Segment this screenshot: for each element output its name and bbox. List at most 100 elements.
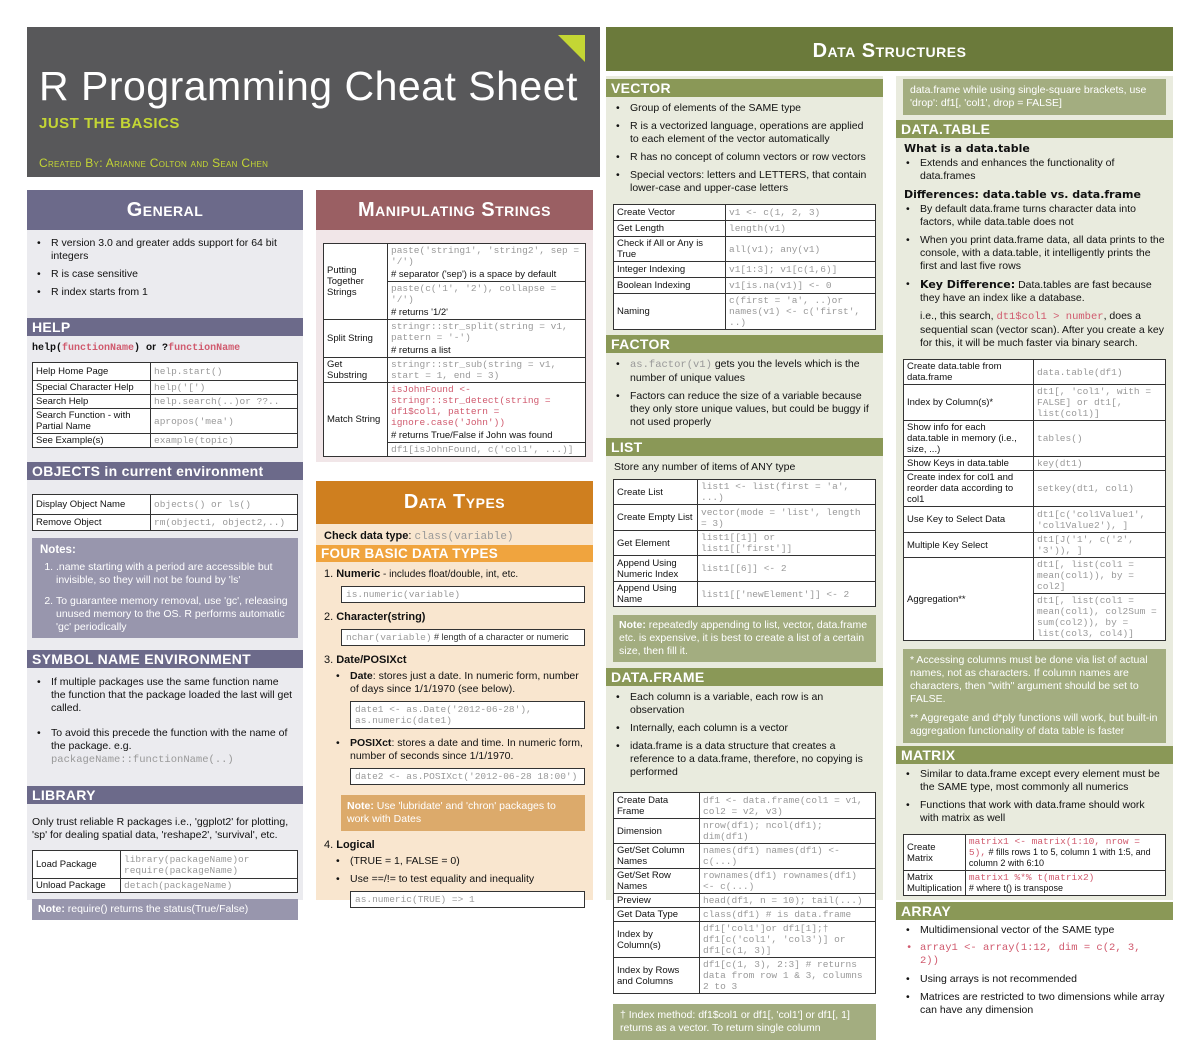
- table-row: Load Package library(packageName)or requi…: [32, 850, 298, 879]
- table-row: Get Length length(v1): [613, 220, 876, 237]
- matrix-table: Create Matrix matrix1 <- matrix(1:10, nro…: [903, 834, 1167, 896]
- table-row: Check if All or Any is True all(v1); any(…: [613, 236, 876, 262]
- table-row: Search Function - with Partial Name aprop…: [32, 408, 298, 434]
- dataframe-header: DATA.FRAME: [606, 668, 883, 686]
- date-item: 3. Date/POSIXct: [324, 654, 407, 666]
- structures-header: Data Structures: [606, 27, 1173, 71]
- table-row: Naming c(first = 'a', ..)or names(v1) <- …: [613, 293, 876, 330]
- matrix-header: MATRIX: [896, 746, 1173, 764]
- objects-table-wrap: Display Object Name objects() or ls() Rem…: [27, 480, 303, 536]
- help-table-wrap: Help Home Page help.start() Special Chara…: [27, 360, 303, 450]
- character-item: 2. Character(string): [324, 611, 426, 623]
- table-row: Multiple Key Select dt1[J('1', c('2', '3'…: [903, 532, 1166, 558]
- table-row: Integer Indexing v1[1:3]; v1[c(1,6)]: [613, 261, 876, 278]
- table-row: Split String stringr::str_split(string =…: [323, 319, 586, 358]
- help-table: Help Home Page help.start() Special Chara…: [32, 362, 298, 448]
- vector-table: Create Vector v1 <- c(1, 2, 3) Get Length…: [613, 204, 876, 330]
- table-row: Search Help help.search(..)or ??..: [32, 394, 298, 409]
- structures-right: data.frame while using single-square bra…: [896, 76, 1173, 1016]
- table-row: Display Object Name objects() or ls(): [32, 494, 298, 515]
- general-bullets: R version 3.0 and greater adds support f…: [27, 230, 303, 308]
- list-item: When you print data.frame data, all data…: [904, 234, 1165, 273]
- list-item: Multidimensional vector of the SAME type: [904, 924, 1165, 937]
- list-item: R index starts from 1: [35, 286, 295, 299]
- list-item: Similar to data.frame except every eleme…: [904, 768, 1165, 794]
- datatable-notes: * Accessing columns must be done via lis…: [903, 649, 1166, 743]
- list-item: R is a vectorized language, operations a…: [614, 120, 875, 146]
- list-item: R is case sensitive: [35, 268, 295, 281]
- symbol-bullets: If multiple packages use the same functi…: [27, 668, 303, 776]
- list-item: Date: stores just a date. In numeric for…: [334, 670, 585, 696]
- strings-header: Manipulating Strings: [316, 190, 593, 230]
- objects-notes: Notes: .name starting with a period are …: [32, 538, 298, 638]
- list-item: Use ==/!= to test equality and inequalit…: [334, 873, 585, 886]
- table-row: Index by Column(s)* dt1[, 'col1', with = …: [903, 384, 1166, 421]
- table-row: Index by Rows and Columns df1[c(1, 3), 2:…: [613, 957, 876, 994]
- objects-header: OBJECTS in current environment: [27, 462, 303, 480]
- list-item: To guarantee memory removal, use 'gc', r…: [56, 595, 290, 634]
- structures-left: VECTOR Group of elements of the SAME typ…: [606, 76, 883, 1040]
- table-row: Use Key to Select Data dt1[c('col1Value1'…: [903, 506, 1166, 533]
- list-item: R version 3.0 and greater adds support f…: [35, 237, 295, 263]
- datatable-table: Create data.table from data.frame data.ta…: [903, 359, 1166, 641]
- dataframe-footnote-cont: data.frame while using single-square bra…: [903, 79, 1166, 115]
- objects-table: Display Object Name objects() or ls() Rem…: [32, 494, 298, 531]
- list-note: Note: repeatedly appending to list, vect…: [613, 615, 876, 662]
- table-row: Append Using Name list1[['newElement']] <…: [613, 581, 876, 607]
- list-item: By default data.frame turns character da…: [904, 203, 1165, 229]
- list-item: Functions that work with data.frame shou…: [904, 799, 1165, 825]
- factor-header: FACTOR: [606, 335, 883, 353]
- title-banner: R Programming Cheat Sheet JUST THE BASIC…: [27, 27, 600, 177]
- strings-table: Putting Together Strings paste('string1'…: [323, 243, 586, 457]
- datatypes-list: 1. Numeric - includes float/double, int,…: [316, 562, 593, 908]
- list-item: Matrices are restricted to two dimension…: [904, 991, 1165, 1017]
- table-row: Preview head(df1, n = 10); tail(...): [613, 893, 876, 908]
- datatypes-section: Data Types Check data type: class(variab…: [316, 481, 593, 908]
- vector-header: VECTOR: [606, 79, 883, 97]
- help-header: HELP: [27, 318, 303, 336]
- credits: Created By: Arianne Colton and Sean Chen: [39, 156, 269, 170]
- table-row: Get Substring stringr::str_sub(string = …: [323, 357, 586, 383]
- datatypes-header: Data Types: [316, 481, 593, 524]
- table-row: Create index for col1 and reorder data a…: [903, 470, 1166, 507]
- list-item: .name starting with a period are accessi…: [56, 561, 290, 587]
- table-row: Help Home Page help.start(): [32, 362, 298, 381]
- list-item: POSIXct: stores a date and time. In nume…: [334, 737, 585, 763]
- four-types-header: FOUR BASIC DATA TYPES: [316, 545, 593, 562]
- table-row: Boolean Indexing v1[is.na(v1)] <- 0: [613, 277, 876, 294]
- datatable-header: DATA.TABLE: [896, 120, 1173, 138]
- list-item: (TRUE = 1, FALSE = 0): [334, 855, 585, 868]
- table-row: Remove Object rm(object1, object2,..): [32, 514, 298, 531]
- table-row: Create Vector v1 <- c(1, 2, 3): [613, 204, 876, 221]
- table-row: Dimension nrow(df1); ncol(df1); dim(df1): [613, 818, 876, 844]
- library-note: Note: require() returns the status(True/…: [32, 899, 298, 920]
- page-title: R Programming Cheat Sheet: [39, 63, 578, 109]
- table-row: See Example(s) example(topic): [32, 433, 298, 448]
- list-item: idata.frame is a data structure that cre…: [614, 740, 875, 779]
- table-row: Get/Set Column Names names(df1) names(df1…: [613, 843, 876, 869]
- table-row: Get/Set Row Names rownames(df1) rownames(…: [613, 868, 876, 894]
- strings-table-wrap: Putting Together Strings paste('string1'…: [316, 230, 593, 457]
- table-row: Get Data Type class(df1) # is data.frame: [613, 907, 876, 922]
- table-row: Show info for each data.table in memory …: [903, 420, 1166, 457]
- table-row: Create Empty List vector(mode = 'list', l…: [613, 504, 876, 531]
- table-row: Show Keys in data.table key(dt1): [903, 456, 1166, 471]
- table-row: Create data.table from data.frame data.ta…: [903, 359, 1166, 385]
- table-row: Get Element list1[[1]] or list1[['first']…: [613, 530, 876, 556]
- list-item: as.factor(v1) gets you the levels which …: [614, 358, 875, 385]
- library-table: Load Package library(packageName)or requi…: [32, 850, 298, 893]
- table-row: Append Using Numeric Index list1[[6]] <- …: [613, 555, 876, 582]
- library-header: LIBRARY: [27, 786, 303, 804]
- library-table-wrap: Load Package library(packageName)or requi…: [27, 850, 303, 893]
- help-syntax: help(functionName) or ?functionName: [32, 342, 241, 354]
- list-item: Group of elements of the SAME type: [614, 102, 875, 115]
- table-row: Match String isJohnFound <- stringr::str…: [323, 382, 586, 457]
- table-row: Create Matrix matrix1 <- matrix(1:10, nro…: [903, 834, 1167, 871]
- datatypes-note: Note: Use 'lubridate' and 'chron' packag…: [341, 795, 585, 831]
- check-data-type: Check data type: class(variable): [324, 530, 514, 543]
- list-item: array1 <- array(1:12, dim = c(2, 3, 2)): [904, 942, 1165, 968]
- logical-item: 4. Logical: [324, 839, 375, 851]
- numeric-item: 1. Numeric - includes float/double, int,…: [324, 568, 519, 580]
- library-text: Only trust reliable R packages i.e., 'gg…: [32, 816, 289, 841]
- strings-section: Manipulating Strings Putting Together St…: [316, 190, 593, 462]
